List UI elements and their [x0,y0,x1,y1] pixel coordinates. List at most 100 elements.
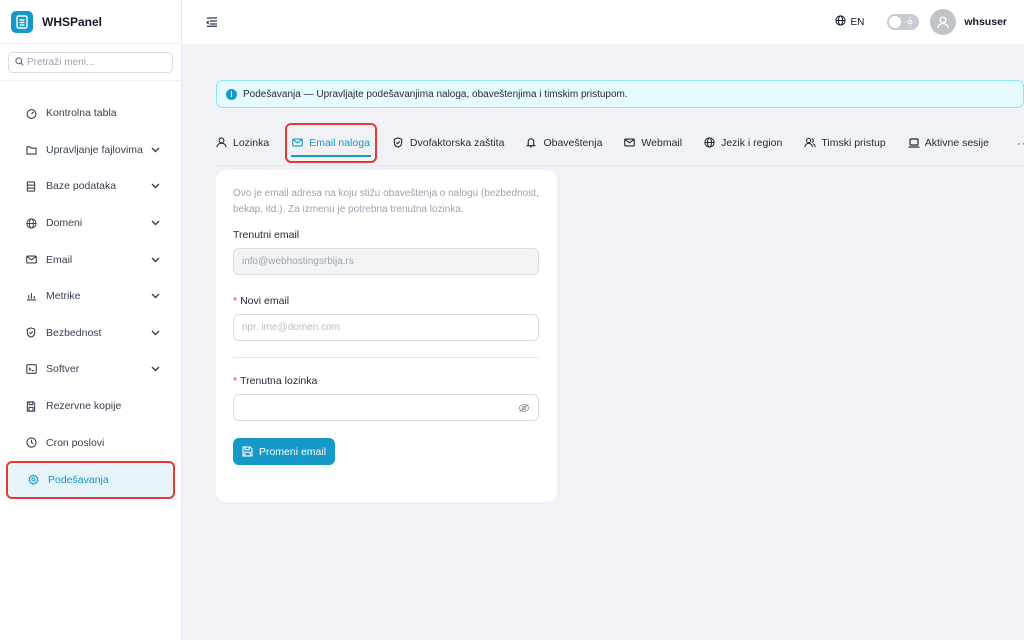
required-mark: * [233,295,238,307]
globe-icon [25,217,37,229]
new-email-label-text: Novi email [240,295,290,307]
alert-text: Podešavanja — Upravljajte podešavanjima … [243,88,628,100]
sidebar: WHSPanel Kontrolna tabla Upravljanje faj… [0,0,182,640]
tab-dvofaktorska-zastita[interactable]: Dvofaktorska zaštita [393,120,505,165]
save-icon [242,446,253,457]
gear-icon [27,474,39,486]
search-icon [15,56,24,69]
new-email-field[interactable] [233,314,539,341]
chevron-down-icon [151,328,161,338]
avatar[interactable] [930,9,957,35]
sidebar-item-baze-podataka[interactable]: Baze podataka [0,168,181,205]
current-password-label: * Trenutna lozinka [233,375,540,387]
sidebar-item-upravljanje-fajlovima[interactable]: Upravljanje fajlovima [0,132,181,169]
sidebar-item-label: Email [46,253,73,266]
menu-collapse-icon[interactable] [206,15,220,29]
change-email-button-label: Promeni email [258,445,327,458]
brand[interactable]: WHSPanel [0,0,181,44]
sidebar-item-label: Softver [46,363,80,376]
search-input[interactable] [27,57,167,68]
new-email-input[interactable] [242,322,530,333]
chevron-down-icon [151,364,161,374]
shield-check-icon [393,137,405,149]
sidebar-item-domeni[interactable]: Domeni [0,205,181,242]
globe-icon [704,137,716,149]
email-settings-card: Ovo je email adresa na koju stižu obaveš… [216,170,557,502]
username[interactable]: whsuser [964,16,1007,28]
sidebar-item-softver[interactable]: Softver [0,351,181,388]
sidebar-search [0,44,181,81]
mail-icon [292,137,304,149]
search-box[interactable] [8,52,173,73]
tab-lozinka[interactable]: Lozinka [216,120,269,165]
tab-jezik-i-region[interactable]: Jezik i region [704,120,782,165]
sidebar-item-rezervne-kopije[interactable]: Rezervne kopije [0,388,181,425]
user-icon [216,137,228,149]
chevron-down-icon [151,145,161,155]
brand-logo-icon [11,10,33,33]
chevron-down-icon [151,218,161,228]
tab-email-naloga[interactable]: Email naloga [285,122,377,163]
eye-off-icon[interactable] [518,402,530,414]
sidebar-item-label: Bezbednost [46,326,102,339]
sidebar-item-kontrolna-tabla[interactable]: Kontrolna tabla [0,95,181,132]
sidebar-item-label: Podešavanja [48,473,109,486]
tab-label: Timski pristup [821,136,886,149]
database-icon [25,180,37,192]
globe-icon [835,15,847,29]
tab-label: Lozinka [233,136,270,149]
language-switcher[interactable]: EN [831,15,864,29]
mail-icon [25,254,37,266]
sidebar-item-metrike[interactable]: Metrike [0,278,181,315]
laptop-icon [908,137,920,149]
brand-name: WHSPanel [42,14,103,29]
mail-icon [624,137,636,149]
language-label: EN [850,16,865,28]
tab-label: Obaveštenja [543,136,603,149]
team-icon [804,137,816,149]
save-icon [25,400,37,412]
chevron-down-icon [151,181,161,191]
shield-icon [25,327,37,339]
settings-tabs: Lozinka Email naloga Dvofaktorska zaštit… [216,120,1024,166]
top-header: EN whsuser [182,0,1024,44]
sidebar-item-podesavanja[interactable]: Podešavanja [6,460,175,499]
sidebar-item-label: Domeni [46,217,83,230]
tab-label: Dvofaktorska zaštita [409,136,505,149]
current-password-field[interactable] [233,394,539,421]
tabs-more-button[interactable]: ··· [1017,136,1024,150]
tab-label: Email naloga [309,136,370,149]
sidebar-item-label: Kontrolna tabla [46,107,117,120]
sidebar-nav: Kontrolna tabla Upravljanje fajlovima Ba… [0,81,181,499]
current-email-field [233,248,539,275]
bell-icon [526,137,538,149]
sidebar-item-email[interactable]: Email [0,241,181,278]
sidebar-item-label: Metrike [46,290,81,303]
sidebar-item-label: Rezervne kopije [46,400,122,413]
tab-webmail[interactable]: Webmail [624,120,682,165]
main-content: i Podešavanja — Upravljajte podešavanjim… [182,44,1024,640]
tab-timski-pristup[interactable]: Timski pristup [804,120,886,165]
clock-icon [25,437,37,449]
theme-toggle[interactable] [887,14,920,30]
tab-obavestenja[interactable]: Obaveštenja [526,120,602,165]
new-email-label: * Novi email [233,295,540,307]
tab-aktivne-sesije[interactable]: Aktivne sesije [908,120,989,165]
sidebar-item-cron-poslovi[interactable]: Cron poslovi [0,424,181,461]
info-alert: i Podešavanja — Upravljajte podešavanjim… [216,80,1024,108]
sidebar-item-label: Upravljanje fajlovima [46,143,143,156]
current-email-label-text: Trenutni email [233,229,300,241]
current-email-input [242,256,530,267]
change-email-button[interactable]: Promeni email [233,438,335,465]
dashboard-icon [25,107,37,119]
folder-icon [25,144,37,156]
tab-label: Jezik i region [721,136,783,149]
form-divider [233,357,539,358]
sidebar-item-label: Baze podataka [46,180,117,193]
sidebar-item-bezbednost[interactable]: Bezbednost [0,315,181,352]
current-password-input[interactable] [242,402,518,413]
required-mark: * [233,375,238,387]
info-icon: i [226,88,237,100]
sidebar-item-label: Cron poslovi [46,436,105,449]
chevron-down-icon [151,255,161,265]
